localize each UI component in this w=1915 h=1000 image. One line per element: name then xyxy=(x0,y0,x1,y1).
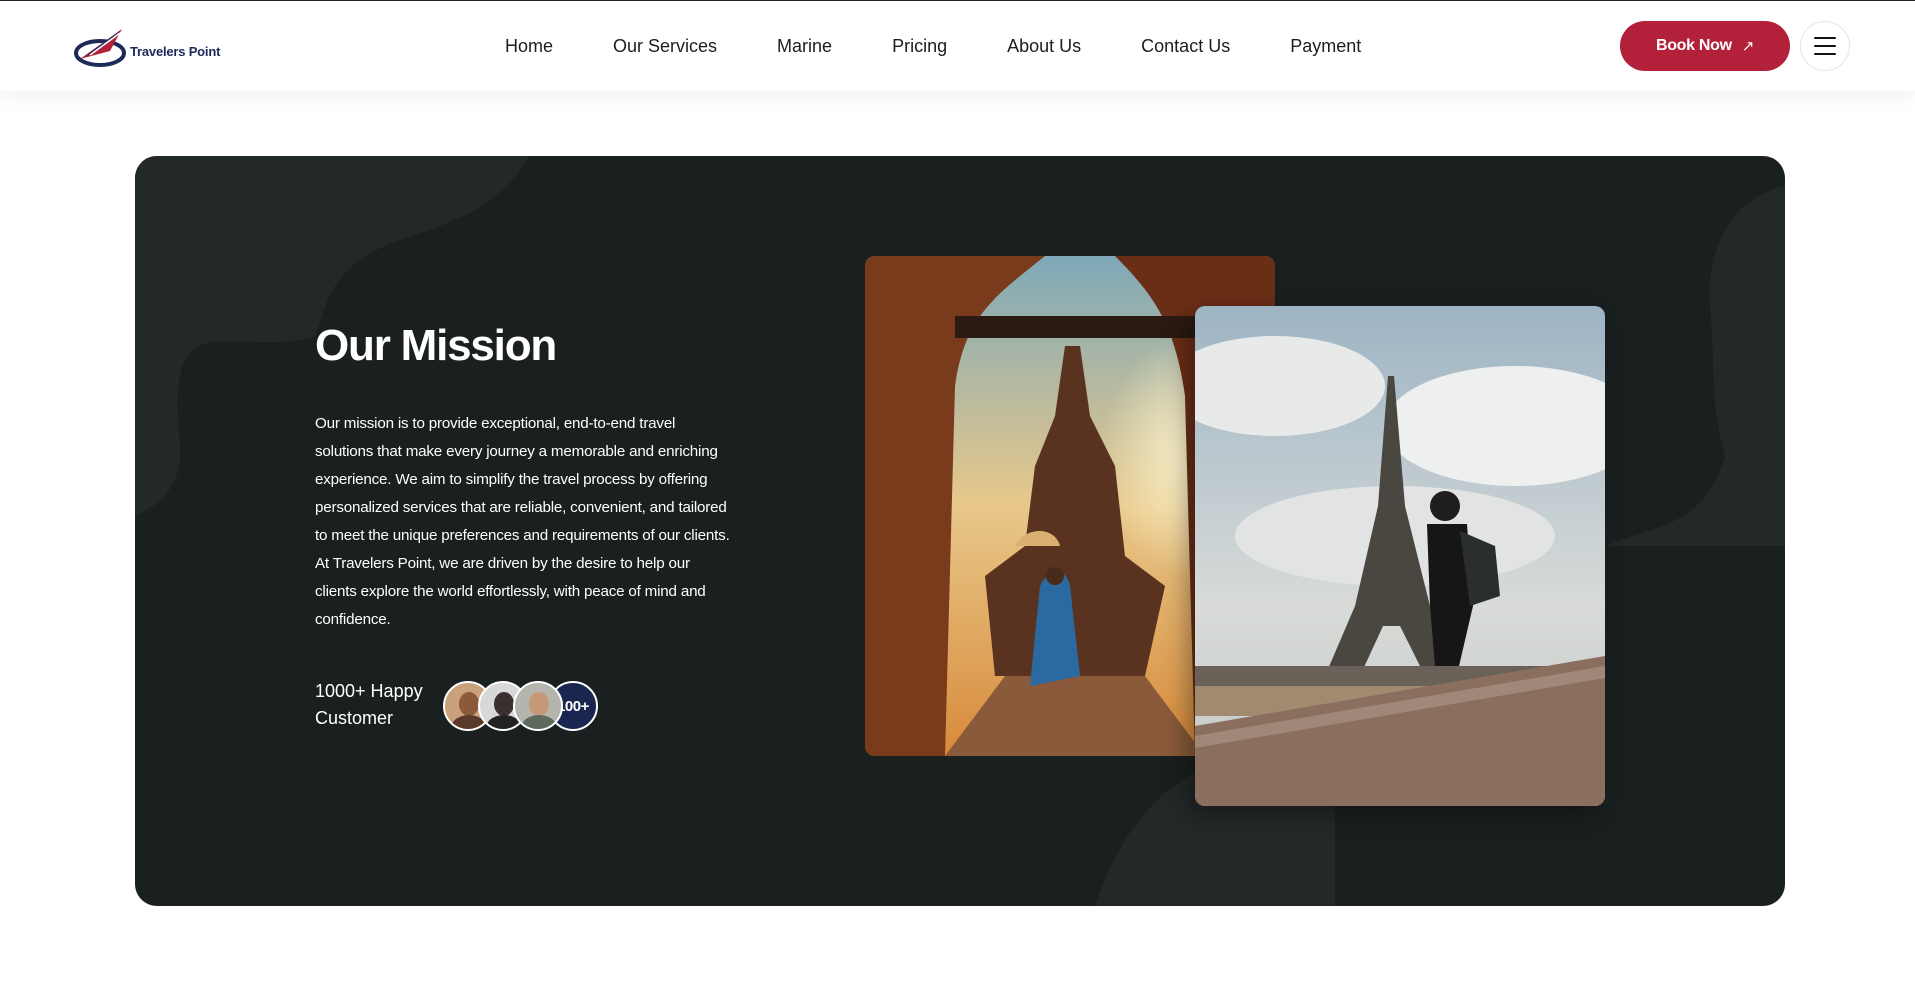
hamburger-icon xyxy=(1814,45,1836,47)
customer-avatars: 100+ xyxy=(443,681,598,731)
hamburger-icon xyxy=(1814,37,1836,39)
nav-marine[interactable]: Marine xyxy=(777,36,832,57)
hamburger-icon xyxy=(1814,53,1836,55)
site-header: Travelers Point Home Our Services Marine… xyxy=(0,1,1915,91)
nav-contact-us[interactable]: Contact Us xyxy=(1141,36,1230,57)
eiffel-tower-photo xyxy=(1195,306,1605,806)
mission-title: Our Mission xyxy=(315,321,557,370)
main-nav: Home Our Services Marine Pricing About U… xyxy=(505,1,1361,91)
logo[interactable]: Travelers Point xyxy=(70,25,240,69)
book-now-button[interactable]: Book Now ↗ xyxy=(1620,21,1790,71)
nav-pricing[interactable]: Pricing xyxy=(892,36,947,57)
nav-payment[interactable]: Payment xyxy=(1290,36,1361,57)
logo-text: Travelers Point xyxy=(130,43,221,59)
avatar xyxy=(513,681,563,731)
nav-our-services[interactable]: Our Services xyxy=(613,36,717,57)
menu-button[interactable] xyxy=(1800,21,1850,71)
happy-customers-label: 1000+ Happy Customer xyxy=(315,681,423,728)
logo-emblem-icon xyxy=(74,29,126,67)
arrow-up-right-icon: ↗ xyxy=(1741,38,1755,55)
mission-description: Our mission is to provide exceptional, e… xyxy=(315,415,730,628)
nav-home[interactable]: Home xyxy=(505,36,553,57)
nav-about-us[interactable]: About Us xyxy=(1007,36,1081,57)
mission-section: Our Mission Our mission is to provide ex… xyxy=(135,156,1785,906)
book-now-label: Book Now xyxy=(1655,37,1732,54)
